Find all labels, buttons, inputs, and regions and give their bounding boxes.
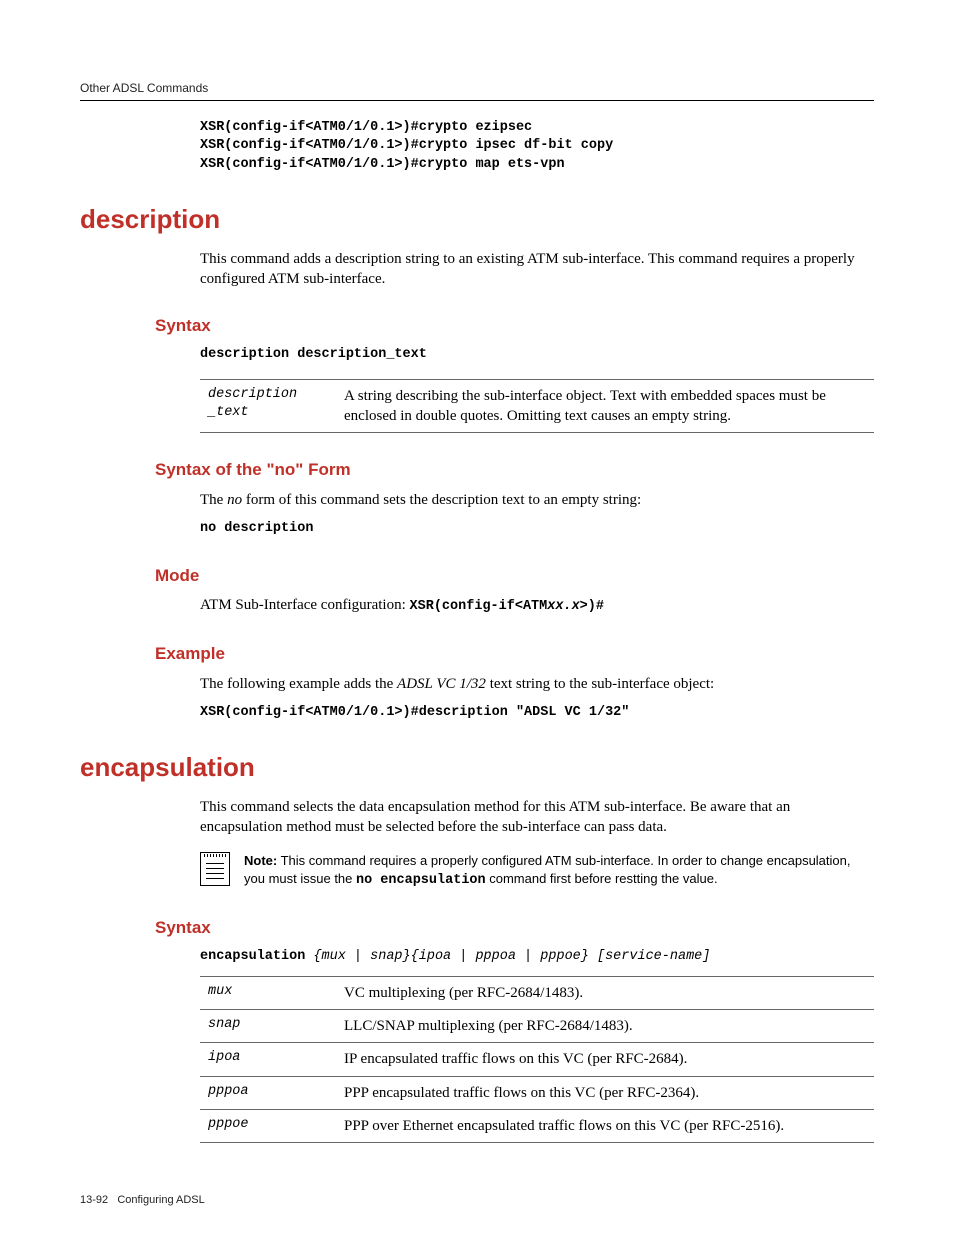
syntax-line: description description_text [200,346,874,364]
breadcrumb: Other ADSL Commands [80,81,208,95]
param-row: pppoaPPP encapsulated traffic flows on t… [200,1076,874,1109]
example-heading: Example [155,643,874,666]
intro-code-block: XSR(config-if<ATM0/1/0.1>)#crypto ezipse… [200,119,874,174]
note-icon [200,852,230,886]
page-footer: 13-92 Configuring ADSL [80,1193,874,1208]
command-heading-encapsulation: encapsulation [80,750,874,785]
chapter-title: Configuring ADSL [117,1194,204,1206]
param-key: description _text [200,379,336,433]
noform-code: no description [200,520,874,538]
encap-syntax-line: encapsulation {mux | snap}{ipoa | pppoa … [200,948,874,966]
mode-heading: Mode [155,565,874,588]
param-desc: LLC/SNAP multiplexing (per RFC-2684/1483… [336,1010,874,1043]
param-row: muxVC multiplexing (per RFC-2684/1483). [200,976,874,1009]
param-desc: IP encapsulated traffic flows on this VC… [336,1043,874,1076]
example-code: XSR(config-if<ATM0/1/0.1>)#description "… [200,704,874,722]
mode-text: ATM Sub-Interface configuration: XSR(con… [200,595,874,616]
description-summary: This command adds a description string t… [200,249,874,290]
example-text: The following example adds the ADSL VC 1… [200,674,874,694]
param-desc: PPP encapsulated traffic flows on this V… [336,1076,874,1109]
param-row: ipoaIP encapsulated traffic flows on thi… [200,1043,874,1076]
param-desc: A string describing the sub-interface ob… [336,379,874,433]
param-row: description _text A string describing th… [200,379,874,433]
note-text: Note: This command requires a properly c… [244,852,874,891]
param-table-description: description _text A string describing th… [200,379,874,434]
command-heading-description: description [80,202,874,237]
param-key: pppoe [200,1109,336,1142]
page-header: Other ADSL Commands [80,80,874,101]
syntax-heading-2: Syntax [155,917,874,940]
noform-heading: Syntax of the "no" Form [155,459,874,482]
param-key: pppoa [200,1076,336,1109]
page-number: 13-92 [80,1194,108,1206]
param-table-encapsulation: muxVC multiplexing (per RFC-2684/1483). … [200,976,874,1143]
noform-text: The no form of this command sets the des… [200,490,874,510]
encapsulation-summary: This command selects the data encapsulat… [200,797,874,838]
param-key: ipoa [200,1043,336,1076]
param-desc: VC multiplexing (per RFC-2684/1483). [336,976,874,1009]
param-key: mux [200,976,336,1009]
param-desc: PPP over Ethernet encapsulated traffic f… [336,1109,874,1142]
param-row: snapLLC/SNAP multiplexing (per RFC-2684/… [200,1010,874,1043]
param-row: pppoePPP over Ethernet encapsulated traf… [200,1109,874,1142]
note-block: Note: This command requires a properly c… [200,852,874,891]
syntax-heading: Syntax [155,315,874,338]
param-key: snap [200,1010,336,1043]
